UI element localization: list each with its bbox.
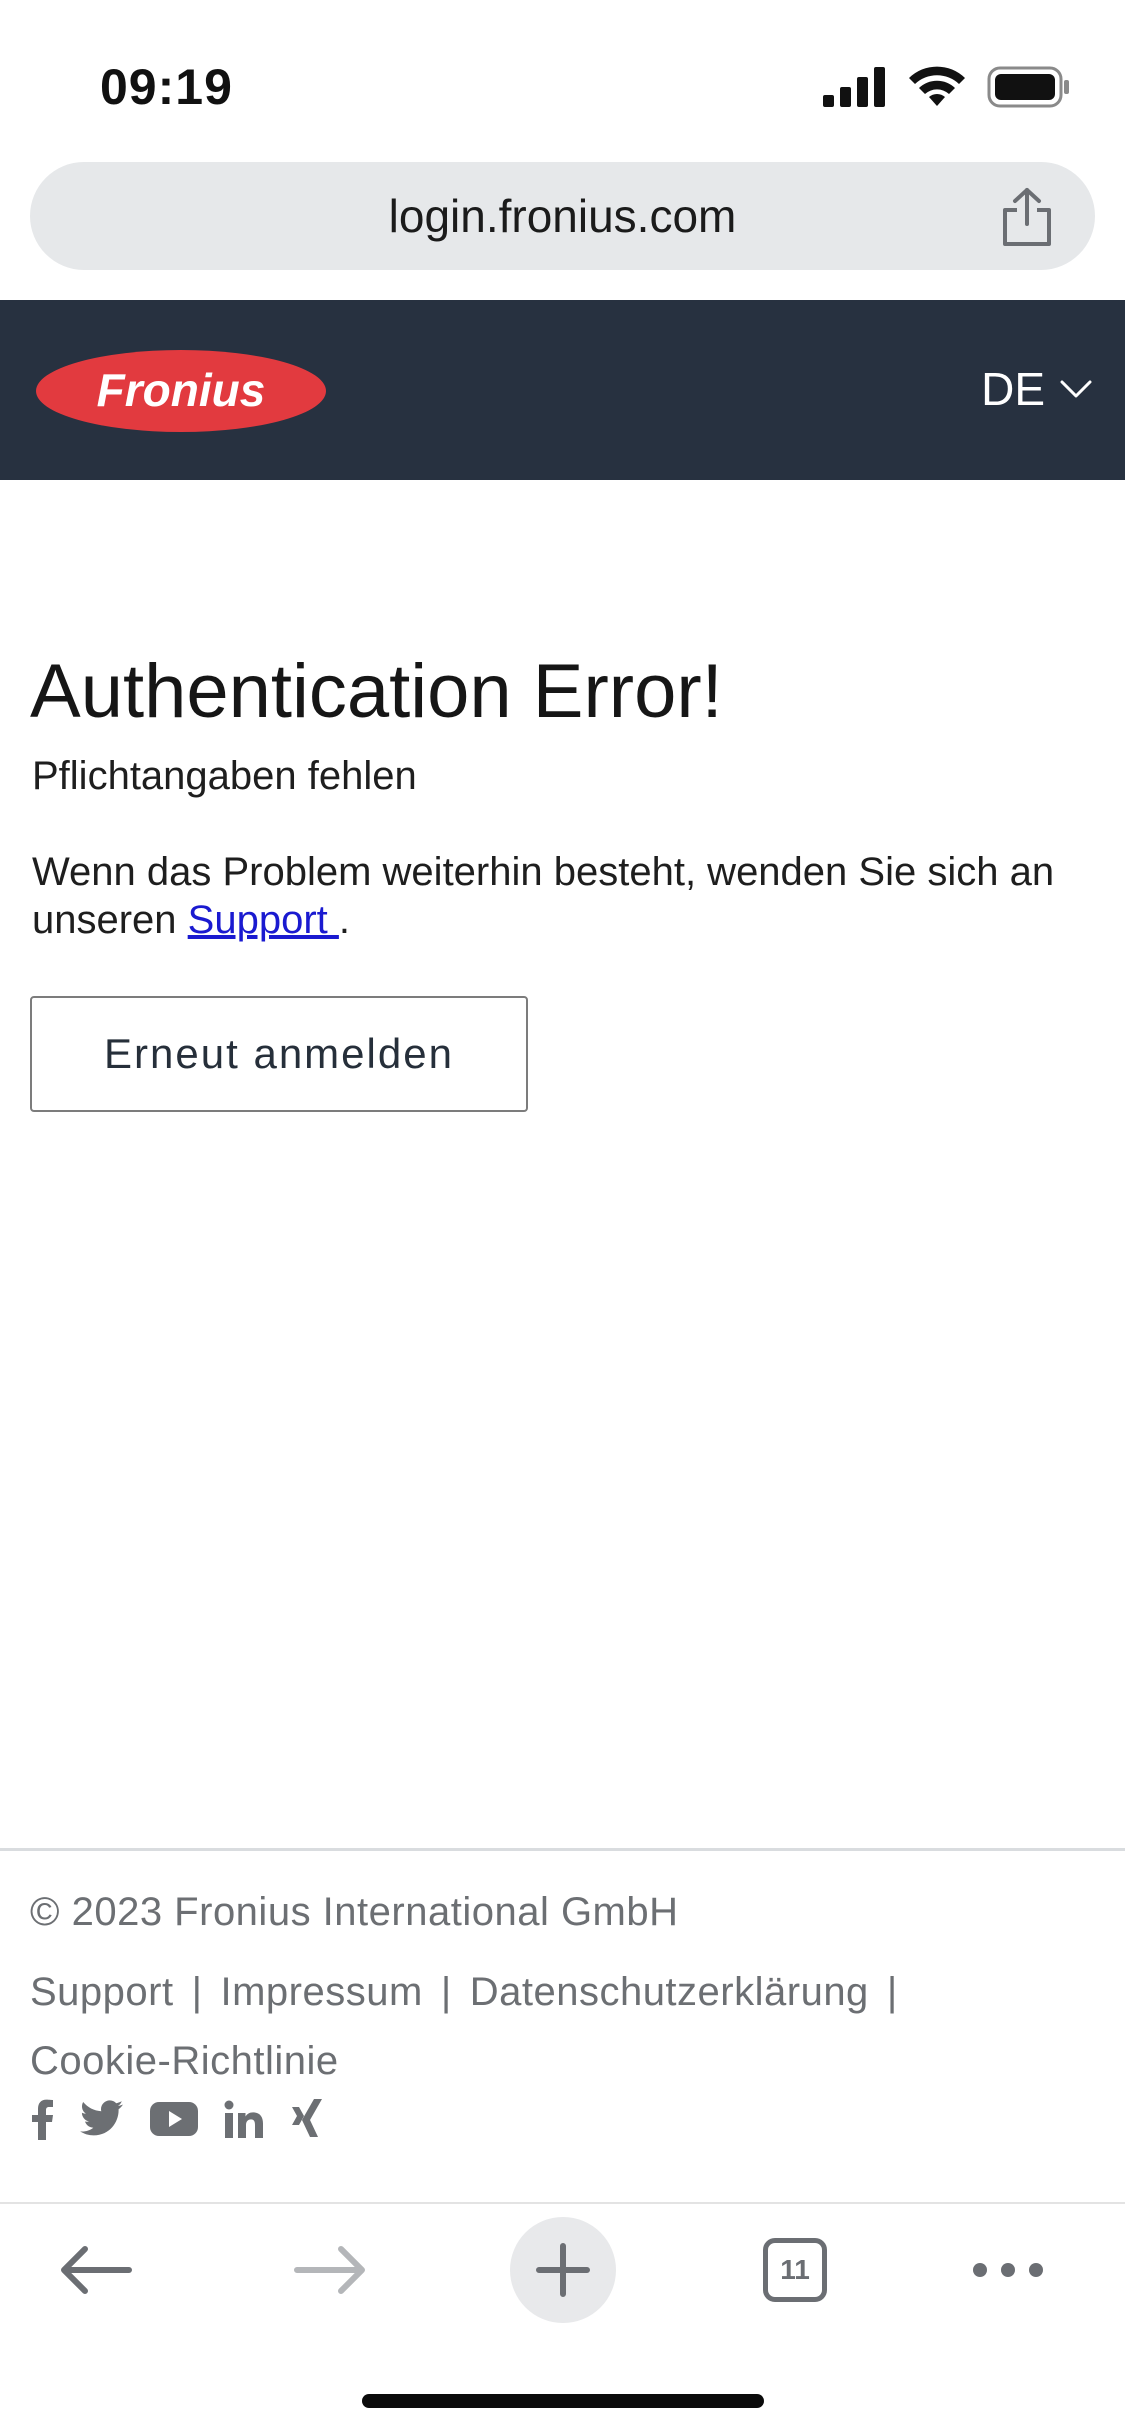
address-bar[interactable]: login.fronius.com bbox=[30, 162, 1095, 270]
fronius-logo[interactable]: Fronius bbox=[34, 348, 328, 439]
language-selector[interactable]: DE bbox=[981, 354, 1093, 424]
footer-divider bbox=[0, 1848, 1125, 1851]
new-tab-circle bbox=[510, 2217, 616, 2323]
arrow-right-icon bbox=[294, 2246, 365, 2294]
youtube-icon[interactable] bbox=[150, 2102, 198, 2136]
social-links bbox=[30, 2098, 324, 2140]
home-indicator bbox=[362, 2394, 764, 2408]
wifi-icon bbox=[909, 66, 965, 106]
footer-separator: | bbox=[886, 1970, 898, 2014]
status-time: 09:19 bbox=[100, 59, 233, 115]
footer-link-impressum[interactable]: Impressum bbox=[221, 1970, 423, 2014]
retry-login-button[interactable]: Erneut anmelden bbox=[30, 996, 528, 1112]
url-text[interactable]: login.fronius.com bbox=[30, 162, 1095, 270]
footer-link-cookie-policy[interactable]: Cookie-Richtlinie bbox=[30, 2039, 339, 2083]
help-message-text: Wenn das Problem weiterhin besteht, wend… bbox=[32, 850, 1055, 942]
copyright: © 2023 Fronius International GmbH bbox=[30, 1890, 679, 1934]
support-link[interactable]: Support bbox=[188, 898, 339, 942]
error-detail: Pflichtangaben fehlen bbox=[32, 754, 417, 798]
chevron-down-icon bbox=[1060, 380, 1092, 398]
forward-button[interactable] bbox=[280, 2210, 380, 2330]
logo-text: Fronius bbox=[97, 364, 266, 416]
footer-link-privacy[interactable]: Datenschutzerklärung bbox=[470, 1970, 869, 2014]
site-header: Fronius DE bbox=[0, 300, 1125, 480]
back-button[interactable] bbox=[46, 2210, 146, 2330]
facebook-icon[interactable] bbox=[30, 2098, 54, 2140]
page-title: Authentication Error! bbox=[30, 649, 723, 734]
more-horizontal-icon bbox=[973, 2263, 1043, 2277]
footer-links: Support | Impressum | Datenschutzerklärung | C… bbox=[30, 1958, 1100, 2096]
footer-link-support[interactable]: Support bbox=[30, 1970, 174, 2014]
cellular-signal-icon bbox=[823, 67, 885, 107]
xing-icon[interactable] bbox=[290, 2099, 324, 2139]
tab-count: 11 bbox=[763, 2238, 827, 2302]
footer-separator: | bbox=[191, 1970, 203, 2014]
share-icon[interactable] bbox=[997, 186, 1057, 248]
status-icons bbox=[823, 66, 1071, 108]
plus-icon bbox=[536, 2243, 590, 2297]
language-label: DE bbox=[981, 363, 1045, 415]
more-button[interactable] bbox=[958, 2210, 1058, 2330]
twitter-icon[interactable] bbox=[80, 2100, 124, 2138]
arrow-left-icon bbox=[61, 2246, 132, 2294]
help-message: Wenn das Problem weiterhin besteht, wend… bbox=[32, 848, 1092, 944]
battery-icon bbox=[987, 66, 1069, 108]
help-message-suffix: . bbox=[338, 898, 351, 942]
new-tab-button[interactable] bbox=[509, 2210, 617, 2330]
tabs-button[interactable]: 11 bbox=[745, 2210, 845, 2330]
linkedin-icon[interactable] bbox=[224, 2100, 264, 2138]
footer-separator: | bbox=[440, 1970, 452, 2014]
toolbar-divider bbox=[0, 2202, 1125, 2204]
